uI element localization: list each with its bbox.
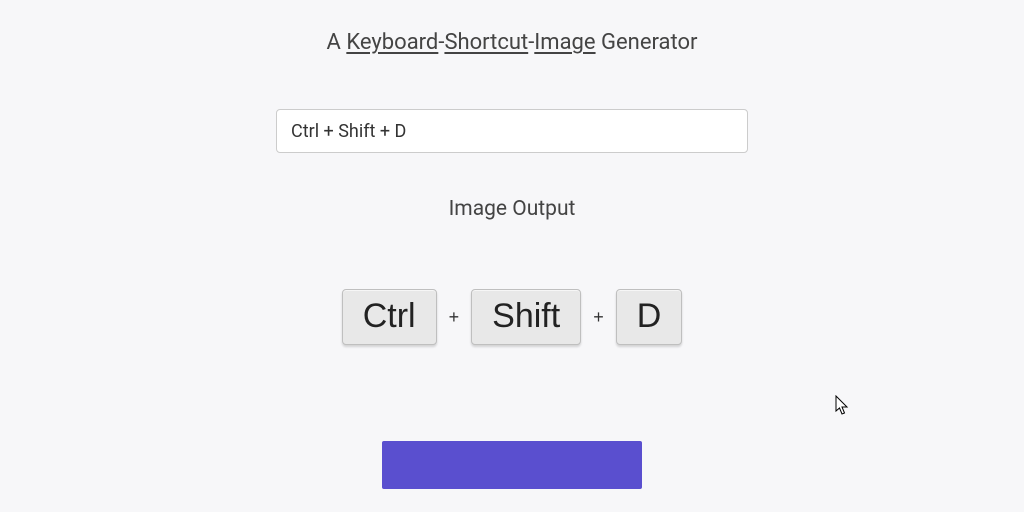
subtitle-word-image: Image [534,30,595,55]
subtitle-word-shortcut: Shortcut [444,30,528,55]
keycap-ctrl: Ctrl [342,289,437,345]
subtitle-prefix: A [327,30,347,55]
plus-separator: + [589,307,608,328]
keycap-shift: Shift [471,289,581,345]
keycap-d: D [616,289,683,345]
primary-action-button[interactable] [382,441,642,489]
plus-separator: + [445,307,464,328]
subtitle-suffix: Generator [596,30,698,55]
shortcut-input[interactable] [276,109,748,153]
key-output-row: Ctrl + Shift + D [342,289,683,345]
subtitle-word-keyboard: Keyboard [346,30,438,55]
output-label: Image Output [449,197,576,221]
subtitle-text: A Keyboard-Shortcut-Image Generator [327,30,698,55]
